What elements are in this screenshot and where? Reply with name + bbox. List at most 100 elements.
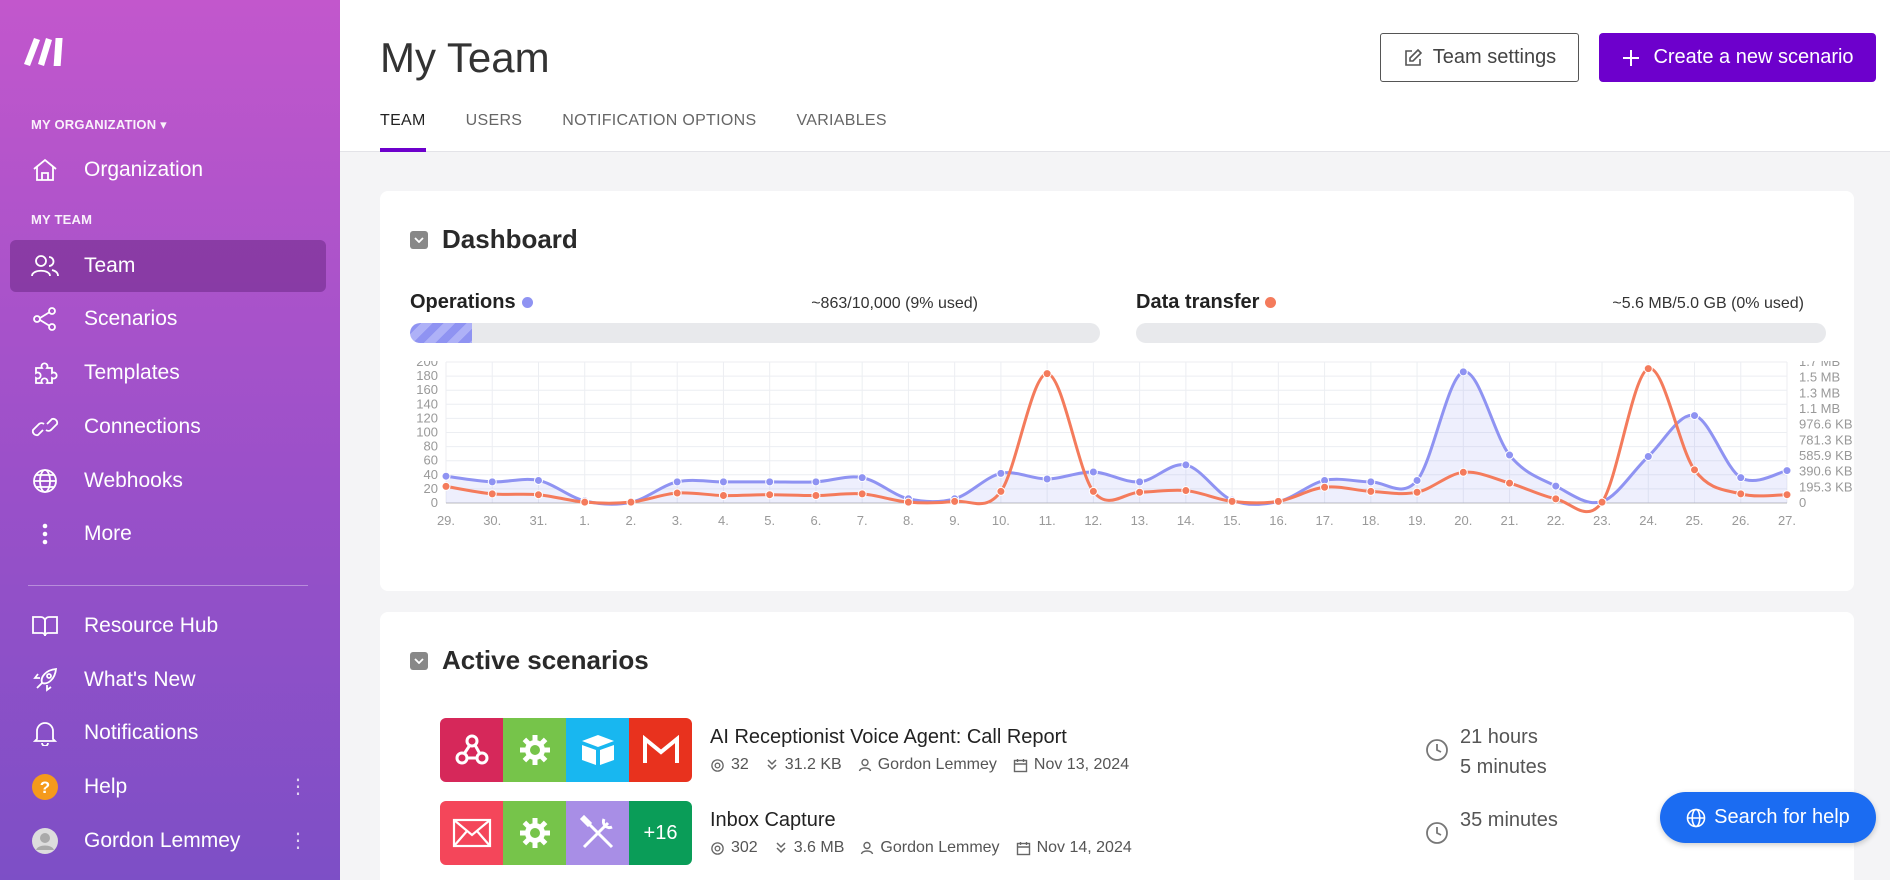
scenario-operations: 32: [731, 756, 749, 773]
y-right-tick-label: 976.6 KB: [1799, 417, 1853, 432]
y-right-tick-label: 1.3 MB: [1799, 385, 1840, 400]
data-point: [1412, 487, 1422, 497]
airtable-icon: [566, 718, 629, 782]
x-tick-label: 13.: [1131, 513, 1149, 528]
scenario-name[interactable]: AI Receptionist Voice Agent: Call Report: [710, 726, 1067, 749]
y-left-tick-label: 60: [424, 453, 438, 468]
x-tick-label: 1.: [579, 513, 590, 528]
sidebar-item-templates[interactable]: Templates: [10, 347, 326, 399]
sidebar-item-team[interactable]: Team: [10, 240, 326, 292]
data-point: [441, 481, 451, 491]
sidebar-item-profile[interactable]: Gordon Lemmey ⋮: [10, 815, 326, 867]
collapse-chevron-icon[interactable]: [410, 651, 428, 670]
sidebar-item-notifications[interactable]: Notifications: [10, 707, 326, 759]
tab-team[interactable]: TEAM: [380, 112, 426, 152]
create-scenario-label: Create a new scenario: [1653, 46, 1854, 68]
sidebar-item-scenarios[interactable]: Scenarios: [10, 293, 326, 345]
y-left-tick-label: 100: [416, 425, 438, 440]
data-transfer-dot-icon: [1265, 297, 1277, 308]
series-area-operations: [446, 371, 1787, 505]
create-scenario-button[interactable]: Create a new scenario: [1599, 33, 1876, 82]
scenario-operations: 302: [731, 839, 758, 856]
data-point: [1782, 490, 1792, 500]
edit-icon: [1404, 48, 1422, 66]
calendar-icon: [1013, 758, 1028, 772]
scenario-schedule-line2: 35 minutes: [1460, 809, 1558, 831]
sidebar-item-webhooks[interactable]: Webhooks: [10, 455, 326, 507]
sidebar-item-organization[interactable]: Organization: [10, 144, 326, 196]
gear-icon: [711, 758, 724, 772]
plus-icon: [1623, 49, 1640, 66]
x-tick-label: 10.: [992, 513, 1010, 528]
search-for-help-button[interactable]: Search for help: [1660, 792, 1876, 843]
scenario-schedule: 35 minutes: [1460, 805, 1558, 835]
tools-icon: [566, 801, 629, 865]
sidebar-item-more[interactable]: More: [10, 508, 326, 560]
x-tick-label: 18.: [1362, 513, 1380, 528]
data-point: [672, 488, 682, 498]
data-transfer-usage: ~5.6 MB/5.0 GB (0% used): [1612, 295, 1804, 312]
scenario-row[interactable]: AI Receptionist Voice Agent: Call Report…: [440, 718, 1820, 784]
data-point: [1042, 369, 1052, 379]
scenario-owner: Gordon Lemmey: [880, 839, 1000, 856]
sidebar-item-label: Scenarios: [84, 307, 178, 330]
y-left-tick-label: 160: [416, 382, 438, 397]
data-point: [1366, 486, 1376, 496]
scenario-schedule-line1: 21 hours: [1460, 726, 1538, 748]
share-icon: [30, 304, 60, 334]
data-point: [1597, 497, 1607, 507]
svg-text:?: ?: [40, 778, 50, 797]
data-point: [903, 497, 913, 507]
collapse-chevron-icon[interactable]: [410, 230, 428, 249]
sidebar-item-whats-new[interactable]: What's New: [10, 654, 326, 706]
tab-users[interactable]: USERS: [466, 112, 523, 152]
data-point: [1273, 496, 1283, 506]
book-icon: [30, 611, 60, 641]
dashboard-heading[interactable]: Dashboard: [410, 224, 578, 255]
clock-icon: [1426, 739, 1448, 761]
data-point: [1088, 486, 1098, 496]
profile-menu-icon[interactable]: ⋮: [288, 831, 308, 851]
data-point: [1042, 474, 1052, 484]
y-left-tick-label: 80: [424, 439, 438, 454]
x-tick-label: 29.: [437, 513, 455, 528]
help-menu-icon[interactable]: ⋮: [288, 777, 308, 797]
sidebar-item-label: Help: [84, 775, 128, 798]
y-right-tick-label: 781.3 KB: [1799, 432, 1853, 447]
tab-variables[interactable]: VARIABLES: [796, 112, 886, 152]
x-tick-label: 26.: [1732, 513, 1750, 528]
rocket-icon: [30, 665, 60, 695]
calendar-icon: [1016, 841, 1030, 855]
tab-notification-options[interactable]: NOTIFICATION OPTIONS: [562, 112, 756, 152]
data-point: [1690, 411, 1700, 421]
search-for-help-label: Search for help: [1714, 806, 1850, 828]
scenario-name[interactable]: Inbox Capture: [710, 809, 836, 832]
sidebar-item-resource-hub[interactable]: Resource Hub: [10, 600, 326, 652]
scenario-row[interactable]: +16 Inbox Capture 302 3.6 MB Gordon Lemm…: [440, 801, 1820, 867]
sidebar-item-label: Connections: [84, 415, 201, 438]
data-point: [996, 468, 1006, 478]
make-logo-icon[interactable]: [20, 32, 70, 68]
x-tick-label: 11.: [1039, 513, 1056, 528]
sidebar-item-label: What's New: [84, 668, 196, 691]
org-section-label[interactable]: MY ORGANIZATION ▾: [31, 117, 167, 133]
active-scenarios-title: Active scenarios: [442, 645, 649, 675]
sidebar-item-label: Templates: [84, 361, 180, 384]
data-point: [672, 477, 682, 487]
scenario-schedule: 21 hours 5 minutes: [1460, 722, 1547, 782]
data-point: [950, 496, 960, 506]
active-scenarios-heading[interactable]: Active scenarios: [410, 645, 649, 676]
globe-icon: [1686, 808, 1706, 827]
team-settings-button[interactable]: Team settings: [1380, 33, 1579, 82]
sidebar-item-label: Resource Hub: [84, 614, 219, 637]
email-icon: [440, 801, 503, 865]
data-point: [1458, 367, 1468, 377]
x-tick-label: 17.: [1316, 513, 1334, 528]
data-point: [1505, 450, 1515, 460]
data-point: [580, 497, 590, 507]
sidebar-item-connections[interactable]: Connections: [10, 401, 326, 453]
y-left-tick-label: 0: [431, 495, 438, 510]
avatar: [30, 826, 60, 856]
sidebar-item-help[interactable]: ? Help ⋮: [10, 761, 326, 813]
operations-usage: ~863/10,000 (9% used): [811, 295, 978, 312]
